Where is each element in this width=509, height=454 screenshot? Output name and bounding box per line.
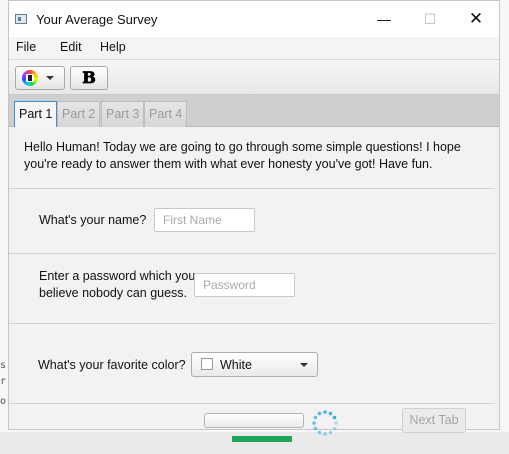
spinner-dot — [312, 421, 316, 425]
survey-window: Your Average Survey — ☐ ✕ File Edit Help… — [8, 0, 500, 436]
spinner-dot — [328, 411, 333, 416]
background-code-fragment: o — [0, 396, 7, 407]
app-icon — [15, 14, 27, 24]
next-tab-button[interactable]: Next Tab — [402, 408, 466, 433]
close-button[interactable]: ✕ — [453, 1, 499, 37]
favorite-color-value: White — [220, 358, 252, 372]
color-wheel-icon — [22, 70, 38, 86]
tab-part-4[interactable]: Part 4 — [144, 101, 188, 127]
spinner-dot — [313, 426, 318, 431]
spinner-dot — [334, 421, 338, 425]
divider — [9, 323, 495, 324]
tab-part-1[interactable]: Part 1 — [14, 101, 58, 128]
divider — [9, 253, 495, 254]
toolbar: B — [9, 59, 499, 95]
password-label-line-1: Enter a password which you — [39, 269, 196, 283]
background-code-fragment: s — [0, 360, 7, 371]
password-input[interactable] — [194, 273, 295, 297]
tab-bar: Part 1 Part 2 Part 3 Part 4 — [9, 95, 499, 128]
background-progress — [232, 436, 292, 442]
window-title: Your Average Survey — [36, 12, 158, 27]
spinner-dot — [332, 415, 337, 420]
loading-spinner-icon — [312, 410, 338, 436]
spinner-dot — [323, 432, 327, 436]
spinner-dot — [328, 430, 333, 435]
bold-button[interactable]: B — [70, 66, 108, 90]
favorite-color-select[interactable]: White — [191, 352, 318, 377]
menu-help[interactable]: Help — [100, 40, 126, 54]
first-name-input[interactable] — [154, 208, 255, 232]
password-label-line-2: believe nobody can guess. — [39, 286, 188, 300]
background-code-fragment: r — [0, 376, 7, 387]
name-label: What's your name? — [39, 213, 147, 227]
spinner-dot — [332, 426, 337, 431]
chevron-down-icon — [300, 363, 308, 367]
title-bar[interactable]: Your Average Survey — ☐ ✕ — [9, 1, 499, 37]
divider — [9, 403, 495, 404]
spinner-dot — [317, 430, 322, 435]
intro-text: Hello Human! Today we are going to go th… — [24, 140, 461, 171]
divider — [9, 188, 495, 189]
color-swatch — [201, 358, 213, 370]
menu-file[interactable]: File — [16, 40, 36, 54]
color-picker-button[interactable] — [15, 66, 65, 90]
maximize-button[interactable]: ☐ — [407, 1, 453, 37]
minimize-button[interactable]: — — [361, 1, 407, 37]
menu-bar: File Edit Help — [9, 37, 499, 59]
tab-part-2[interactable]: Part 2 — [57, 101, 101, 127]
bold-icon: B — [82, 68, 96, 88]
spinner-dot — [323, 410, 327, 414]
spinner-dot — [313, 415, 318, 420]
progress-bar — [204, 413, 304, 428]
chevron-down-icon — [46, 76, 54, 80]
favorite-color-label: What's your favorite color? — [38, 358, 186, 372]
tab-part-3[interactable]: Part 3 — [101, 101, 145, 127]
tab-content-part-1: Hello Human! Today we are going to go th… — [9, 127, 499, 436]
menu-edit[interactable]: Edit — [60, 40, 82, 54]
spinner-dot — [317, 411, 322, 416]
